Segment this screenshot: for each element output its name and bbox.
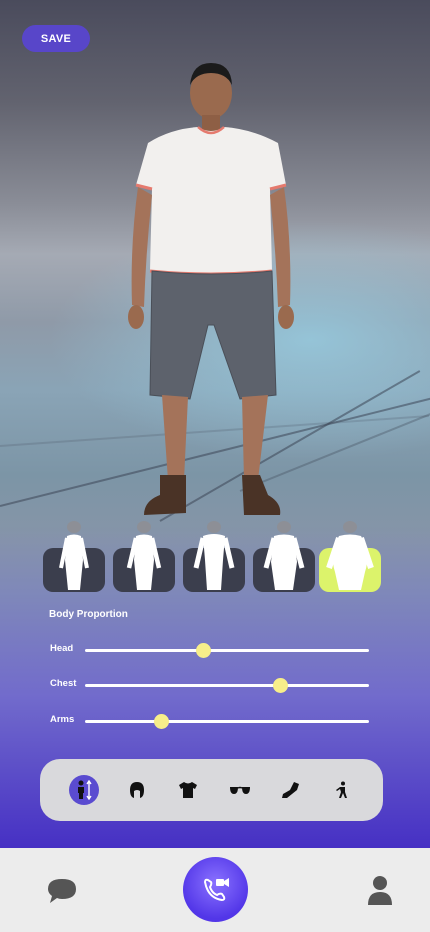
body-proportion-title: Body Proportion bbox=[49, 609, 128, 620]
slider-track[interactable] bbox=[85, 720, 369, 723]
body-figure-icon bbox=[263, 521, 305, 590]
avatar-3d-model[interactable] bbox=[110, 55, 310, 525]
shoes-button[interactable] bbox=[276, 775, 306, 805]
pose-button[interactable] bbox=[327, 775, 357, 805]
body-figure-icon bbox=[126, 521, 162, 590]
slider-label: Chest bbox=[50, 678, 77, 689]
shoe-icon bbox=[282, 782, 299, 798]
shirt-icon bbox=[179, 782, 197, 798]
body-type-athletic[interactable] bbox=[183, 521, 245, 592]
video-call-button[interactable] bbox=[183, 857, 248, 922]
hair-icon bbox=[130, 782, 144, 798]
save-button[interactable]: SAVE bbox=[22, 25, 90, 52]
customization-toolbar bbox=[40, 759, 383, 821]
video-call-icon bbox=[203, 877, 229, 901]
head-slider[interactable]: Head bbox=[50, 640, 370, 660]
clothing-button[interactable] bbox=[173, 775, 203, 805]
body-figure-icon bbox=[326, 521, 374, 590]
chat-icon[interactable] bbox=[46, 877, 78, 905]
slider-label: Arms bbox=[50, 714, 75, 725]
slider-track[interactable] bbox=[85, 684, 369, 687]
chest-slider[interactable]: Chest bbox=[50, 675, 370, 695]
pose-icon bbox=[336, 781, 347, 798]
body-figure-icon bbox=[59, 521, 89, 590]
profile-icon[interactable] bbox=[367, 874, 393, 906]
body-figure-icon bbox=[193, 521, 235, 590]
slider-thumb[interactable] bbox=[154, 714, 169, 729]
body-type-slim[interactable] bbox=[43, 521, 105, 592]
body-type-stocky[interactable] bbox=[253, 521, 315, 592]
accessories-button[interactable] bbox=[225, 775, 255, 805]
glasses-icon bbox=[230, 786, 250, 794]
slider-thumb[interactable] bbox=[196, 643, 211, 658]
slider-thumb[interactable] bbox=[273, 678, 288, 693]
arms-slider[interactable]: Arms bbox=[50, 711, 370, 731]
body-adjust-button[interactable] bbox=[69, 775, 99, 805]
body-type-average[interactable] bbox=[113, 521, 175, 592]
body-adjust-icon bbox=[78, 780, 92, 800]
body-type-heavy[interactable] bbox=[319, 521, 381, 592]
slider-label: Head bbox=[50, 643, 74, 654]
body-type-selector bbox=[43, 520, 385, 595]
hair-button[interactable] bbox=[122, 775, 152, 805]
slider-track[interactable] bbox=[85, 649, 369, 652]
